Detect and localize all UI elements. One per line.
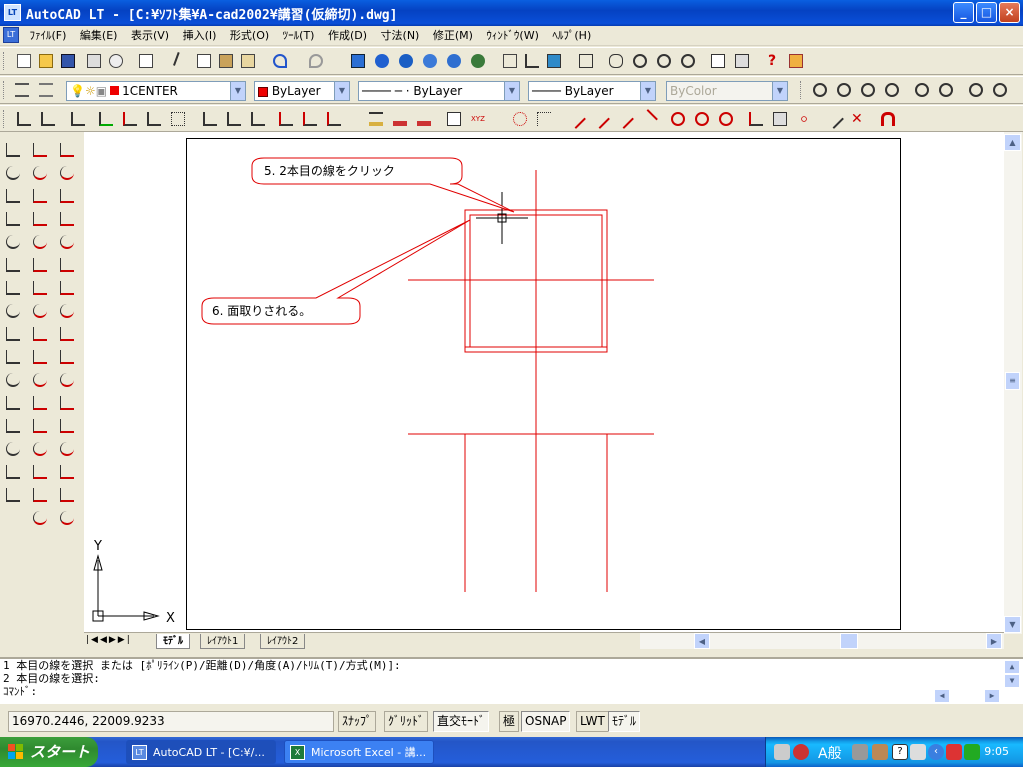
ime-options-icon[interactable] xyxy=(910,744,926,760)
polar-toggle[interactable]: 極 xyxy=(499,711,520,732)
grid-toggle[interactable]: ｸﾞﾘｯﾄﾞ xyxy=(384,711,429,732)
cmd-scroll-down-icon[interactable]: ▼ xyxy=(1004,674,1020,688)
scroll-up-icon[interactable]: ▲ xyxy=(1004,134,1021,151)
excel-task-icon: X xyxy=(290,745,305,760)
windows-taskbar: スタート LT AutoCAD LT - [C:¥/... X Microsof… xyxy=(0,737,1023,767)
tab-model[interactable]: ﾓﾃﾞﾙ xyxy=(156,634,190,649)
coordinate-display[interactable]: 16970.2446, 22009.9233 xyxy=(8,711,334,732)
tab-navigation-icons[interactable]: |◀◀▶▶| xyxy=(86,635,142,645)
cmd-scroll-left-icon[interactable]: ◀ xyxy=(934,689,950,703)
cmd-scroll-right-icon[interactable]: ▶ xyxy=(984,689,1000,703)
cmd-scroll-up-icon[interactable]: ▲ xyxy=(1004,660,1020,674)
ime-mode[interactable]: A般 xyxy=(818,743,842,763)
show-hidden-icons-icon[interactable]: ‹ xyxy=(928,744,944,760)
command-window[interactable]: 1 本目の線を選択 または [ﾎﾟﾘﾗｲﾝ(P)/距離(D)/角度(A)/ﾄﾘﾑ… xyxy=(0,657,1023,704)
ucs-y-label: Y xyxy=(93,539,102,554)
security-icon[interactable] xyxy=(964,744,980,760)
callout-2: 6. 面取りされる。 xyxy=(201,219,471,325)
snap-toggle[interactable]: ｽﾅｯﾌﾟ xyxy=(338,711,377,732)
task-excel-label: Microsoft Excel - 講... xyxy=(311,746,427,759)
horizontal-scrollbar[interactable]: ◀ ▶ xyxy=(640,633,1004,649)
scroll-down-icon[interactable]: ▼ xyxy=(1004,616,1021,633)
callout-1: 5. 2本目の線をクリック xyxy=(251,157,515,213)
ucs-x-label: X xyxy=(166,611,175,626)
system-tray: A般 ? ‹ 9:05 xyxy=(765,737,1023,767)
scroll-left-icon[interactable]: ◀ xyxy=(694,633,710,649)
ime-icon[interactable] xyxy=(793,744,809,760)
command-history-line-1: 1 本目の線を選択 または [ﾎﾟﾘﾗｲﾝ(P)/距離(D)/角度(A)/ﾄﾘﾑ… xyxy=(3,659,401,672)
task-autocad[interactable]: LT AutoCAD LT - [C:¥/... xyxy=(126,740,276,764)
model-toggle[interactable]: ﾓﾃﾞﾙ xyxy=(608,711,641,732)
status-bar: 16970.2446, 22009.9233 ｽﾅｯﾌﾟ ｸﾞﾘｯﾄﾞ 直交ﾓｰ… xyxy=(0,708,1023,734)
tab-layout1[interactable]: ﾚｲｱｳﾄ1 xyxy=(200,634,246,649)
ime-dict-icon[interactable] xyxy=(872,744,888,760)
ucs-axis-icon xyxy=(92,554,160,622)
clock[interactable]: 9:05 xyxy=(984,737,1009,767)
callout-1-text: 5. 2本目の線をクリック xyxy=(264,163,395,178)
tab-layout2[interactable]: ﾚｲｱｳﾄ2 xyxy=(260,634,306,649)
task-excel[interactable]: X Microsoft Excel - 講... xyxy=(284,740,434,764)
vertical-scrollbar[interactable]: ▲ ≡ ▼ xyxy=(1004,132,1022,634)
start-label: スタート xyxy=(30,743,91,761)
h-scroll-thumb[interactable] xyxy=(840,633,858,649)
task-autocad-label: AutoCAD LT - [C:¥/... xyxy=(153,746,265,759)
command-prompt[interactable]: ｺﾏﾝﾄﾞ: xyxy=(0,685,1023,698)
lwt-toggle[interactable]: LWT xyxy=(576,711,609,732)
drawing-canvas[interactable]: 5. 2本目の線をクリック 6. 面取りされる。 Y X xyxy=(0,0,1023,767)
autocad-task-icon: LT xyxy=(132,745,147,760)
scroll-thumb[interactable]: ≡ xyxy=(1005,372,1020,390)
start-button[interactable]: スタート xyxy=(0,737,98,767)
callout-2-text: 6. 面取りされる。 xyxy=(212,304,311,318)
scroll-right-icon[interactable]: ▶ xyxy=(986,633,1002,649)
command-history-line-2: 2 本目の線を選択: xyxy=(3,672,100,685)
windows-flag-icon xyxy=(8,744,23,759)
keyboard-icon[interactable] xyxy=(774,744,790,760)
osnap-toggle[interactable]: OSNAP xyxy=(521,711,571,732)
ime-help-icon[interactable]: ? xyxy=(892,744,908,760)
ime-tool-icon[interactable] xyxy=(852,744,868,760)
ortho-toggle[interactable]: 直交ﾓｰﾄﾞ xyxy=(433,711,490,732)
network-icon[interactable] xyxy=(946,744,962,760)
